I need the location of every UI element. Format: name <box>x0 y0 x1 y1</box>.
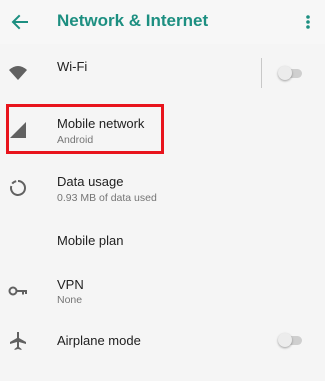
airplane-icon <box>10 332 26 350</box>
data-usage-sublabel: 0.93 MB of data used <box>57 192 157 204</box>
back-arrow-icon[interactable] <box>6 8 34 36</box>
more-options-icon[interactable] <box>300 8 316 36</box>
mobile-plan-label: Mobile plan <box>57 233 124 248</box>
data-usage-icon <box>10 180 26 196</box>
wifi-item[interactable]: Wi-Fi <box>0 50 325 94</box>
data-usage-label: Data usage <box>57 174 124 189</box>
airplane-mode-toggle[interactable] <box>278 332 304 348</box>
airplane-toggle-thumb <box>278 333 292 347</box>
vpn-sublabel: None <box>57 294 83 306</box>
mobile-plan-item[interactable]: Mobile plan <box>0 222 325 260</box>
wifi-toggle[interactable] <box>278 65 304 81</box>
wifi-toggle-thumb <box>278 66 292 80</box>
page-title: Network & Internet <box>57 11 209 30</box>
wifi-icon <box>9 66 27 80</box>
airplane-mode-item[interactable]: Airplane mode <box>0 322 325 360</box>
data-usage-item[interactable]: Data usage 0.93 MB of data used <box>0 164 325 210</box>
app-bar: Network & Internet <box>0 0 325 44</box>
wifi-divider <box>261 58 262 88</box>
vpn-label: VPN <box>57 277 84 292</box>
key-icon <box>8 286 27 296</box>
airplane-mode-label: Airplane mode <box>57 333 141 348</box>
vpn-item[interactable]: VPN None <box>0 268 325 314</box>
wifi-label: Wi-Fi <box>57 59 88 74</box>
highlight-box <box>6 104 164 154</box>
